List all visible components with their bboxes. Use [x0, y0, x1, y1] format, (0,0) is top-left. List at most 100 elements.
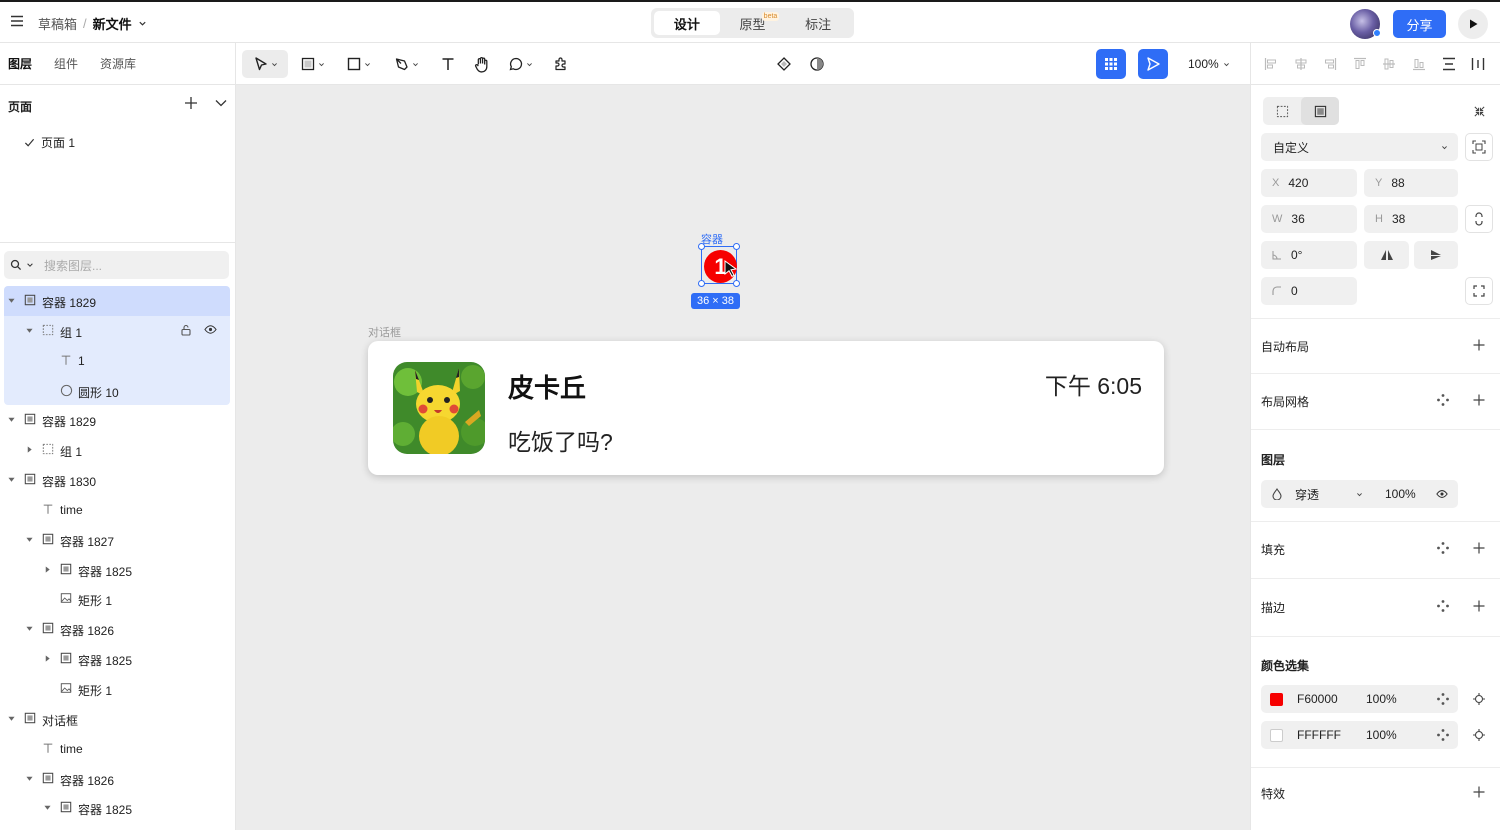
layer-row[interactable]: time [0, 734, 236, 764]
layer-row[interactable]: 组 1 [0, 435, 236, 465]
tab-design[interactable]: 设计 [654, 11, 720, 35]
color-swatch[interactable] [1270, 728, 1283, 742]
layer-row[interactable]: 容器 1829 [0, 405, 236, 435]
chevron-down-icon[interactable] [26, 261, 34, 269]
selection-color-row[interactable]: F60000 100% [1261, 685, 1458, 713]
selection-color-row[interactable]: FFFFFF 100% [1261, 721, 1458, 749]
caret-down-icon[interactable] [8, 476, 16, 484]
align-center-h-icon[interactable] [1294, 57, 1308, 71]
style-dots-icon[interactable] [1437, 693, 1449, 705]
present-button[interactable] [1458, 9, 1488, 39]
caret-down-icon[interactable] [8, 416, 16, 424]
tab-layers[interactable]: 图层 [8, 55, 32, 72]
width-field[interactable]: W 36 [1261, 205, 1357, 233]
caret-right-icon[interactable] [26, 446, 34, 454]
comment-tool[interactable] [502, 50, 538, 78]
caret-down-icon[interactable] [26, 625, 34, 633]
layer-row[interactable]: 对话框 [0, 704, 236, 734]
align-right-icon[interactable] [1323, 57, 1337, 71]
chevron-down-icon[interactable] [214, 96, 228, 110]
chat-dialog-frame[interactable]: 皮卡丘 吃饭了吗? 下午 6:05 [368, 341, 1164, 475]
frame-preset-select[interactable]: 自定义 [1261, 133, 1458, 161]
frame-tool[interactable] [294, 50, 330, 78]
layer-row[interactable]: 容器 1830 [0, 465, 236, 495]
caret-down-icon[interactable] [26, 536, 34, 544]
eye-icon[interactable] [1436, 489, 1448, 499]
share-button[interactable]: 分享 [1393, 10, 1446, 38]
select-matching-icon[interactable] [1473, 693, 1485, 705]
rectangle-tool[interactable] [340, 50, 376, 78]
clip-on-option[interactable] [1301, 97, 1339, 125]
text-tool[interactable] [436, 50, 460, 78]
tab-components[interactable]: 组件 [54, 55, 78, 72]
layer-search[interactable]: 搜索图层... [4, 251, 229, 279]
layer-row[interactable]: 矩形 1 [0, 674, 236, 704]
corner-radius-field[interactable]: 0 [1261, 277, 1357, 305]
caret-down-icon[interactable] [8, 715, 16, 723]
prototype-play-button[interactable] [1138, 49, 1168, 79]
caret-down-icon[interactable] [26, 775, 34, 783]
layer-row[interactable]: 圆形 10 [4, 375, 230, 406]
collapse-arrows-icon[interactable] [1473, 105, 1486, 118]
caret-down-icon[interactable] [8, 297, 16, 305]
grid-view-button[interactable] [1096, 49, 1126, 79]
tab-assets[interactable]: 资源库 [100, 55, 136, 72]
page-item[interactable]: 页面 1 [24, 134, 75, 151]
layer-row[interactable]: 矩形 1 [0, 584, 236, 614]
clip-off-option[interactable] [1263, 97, 1301, 125]
rotation-field[interactable]: 0° [1261, 241, 1357, 269]
layer-row[interactable]: 容器 1825 [0, 644, 236, 674]
file-name[interactable]: 新文件 [93, 14, 132, 33]
resize-handle[interactable] [733, 243, 740, 250]
add-effect-icon[interactable] [1473, 786, 1485, 798]
hand-tool[interactable] [468, 50, 494, 78]
constrain-proportions-button[interactable] [1465, 205, 1493, 233]
component-tool[interactable] [772, 50, 796, 78]
zoom-control[interactable]: 100% [1188, 57, 1230, 71]
add-fill-icon[interactable] [1473, 542, 1485, 554]
add-auto-layout-icon[interactable] [1473, 339, 1485, 351]
layer-row[interactable]: 容器 1826 [0, 764, 236, 794]
layer-row[interactable]: 容器 1825 [0, 555, 236, 585]
add-layout-grid-icon[interactable] [1473, 394, 1485, 406]
color-swatch[interactable] [1270, 692, 1283, 706]
add-page-icon[interactable] [184, 96, 198, 110]
select-matching-icon[interactable] [1473, 729, 1485, 741]
move-tool[interactable] [242, 50, 288, 78]
layer-row[interactable]: 容器 1827 [0, 525, 236, 555]
align-left-icon[interactable] [1264, 57, 1278, 71]
resize-handle[interactable] [733, 280, 740, 287]
fit-content-button[interactable] [1465, 133, 1493, 161]
caret-right-icon[interactable] [44, 566, 52, 574]
layer-row[interactable]: 容器 1826 [0, 614, 236, 644]
plugin-tool[interactable] [548, 50, 574, 78]
layer-opacity-value[interactable]: 100% [1385, 487, 1416, 501]
tab-prototype[interactable]: 原型 beta [720, 11, 786, 35]
flip-horizontal-button[interactable] [1364, 241, 1409, 269]
canvas[interactable]: 对话框 皮卡丘 吃饭了吗? 下午 6:05 容器 1 36 × 38 [236, 85, 1479, 830]
style-dots-icon[interactable] [1437, 394, 1449, 406]
eye-icon[interactable] [204, 324, 217, 335]
align-top-icon[interactable] [1353, 57, 1367, 71]
layer-row[interactable]: 容器 1829 [4, 286, 230, 316]
layer-row[interactable]: time [0, 495, 236, 525]
align-bottom-icon[interactable] [1412, 57, 1426, 71]
height-field[interactable]: H 38 [1364, 205, 1458, 233]
y-field[interactable]: Y 88 [1364, 169, 1458, 197]
menu-icon[interactable] [10, 15, 24, 27]
layer-row[interactable]: 组 1 [4, 315, 230, 346]
blend-mode-field[interactable]: 穿透 100% [1261, 480, 1458, 508]
style-dots-icon[interactable] [1437, 542, 1449, 554]
flip-vertical-button[interactable] [1414, 241, 1458, 269]
chevron-down-icon[interactable] [138, 19, 147, 28]
caret-down-icon[interactable] [44, 804, 52, 812]
independent-corners-button[interactable] [1465, 277, 1493, 305]
distribute-horizontal-icon[interactable] [1471, 57, 1485, 71]
layer-row[interactable]: 1 [4, 345, 230, 376]
unlock-icon[interactable] [180, 324, 192, 336]
mask-tool[interactable] [805, 50, 829, 78]
caret-down-icon[interactable] [26, 327, 34, 335]
resize-handle[interactable] [698, 280, 705, 287]
add-stroke-icon[interactable] [1473, 600, 1485, 612]
layer-row[interactable]: 容器 1825 [0, 793, 236, 823]
